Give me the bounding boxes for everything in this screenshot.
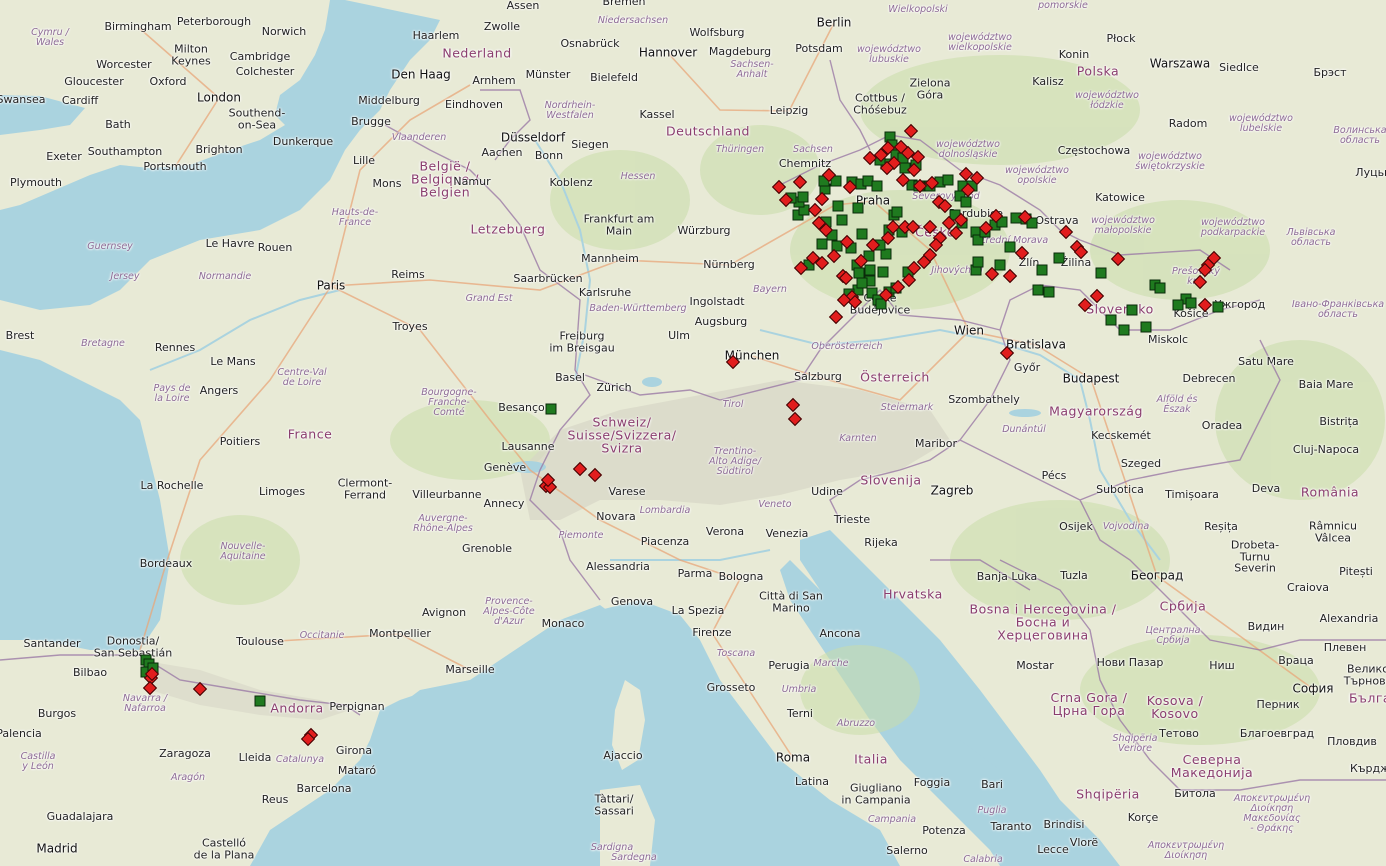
green-square-icon[interactable] — [1126, 304, 1138, 316]
green-square-icon[interactable] — [1140, 321, 1152, 333]
green-square-icon[interactable] — [960, 196, 972, 208]
green-square-icon[interactable] — [972, 256, 984, 268]
green-square-icon[interactable] — [891, 206, 903, 218]
green-square-icon[interactable] — [1185, 297, 1197, 309]
green-square-icon[interactable] — [797, 191, 809, 203]
green-square-icon[interactable] — [864, 264, 876, 276]
green-square-icon[interactable] — [545, 403, 557, 415]
green-square-icon[interactable] — [1095, 267, 1107, 279]
green-square-icon[interactable] — [1043, 286, 1055, 298]
green-square-icon[interactable] — [1032, 284, 1044, 296]
green-square-icon[interactable] — [1212, 301, 1224, 313]
green-square-icon[interactable] — [877, 266, 889, 278]
green-square-icon[interactable] — [856, 277, 868, 289]
green-square-icon[interactable] — [852, 202, 864, 214]
green-square-icon[interactable] — [1004, 241, 1016, 253]
green-square-icon[interactable] — [942, 174, 954, 186]
green-square-icon[interactable] — [1118, 324, 1130, 336]
green-square-icon[interactable] — [994, 259, 1006, 271]
green-square-icon[interactable] — [816, 238, 828, 250]
green-square-icon[interactable] — [254, 695, 266, 707]
green-square-icon[interactable] — [1036, 264, 1048, 276]
green-square-icon[interactable] — [836, 214, 848, 226]
lake-balaton — [1009, 409, 1041, 417]
green-square-icon[interactable] — [856, 228, 868, 240]
green-square-icon[interactable] — [1053, 252, 1065, 264]
green-square-icon[interactable] — [1172, 299, 1184, 311]
green-square-icon[interactable] — [1154, 282, 1166, 294]
green-square-icon[interactable] — [1105, 314, 1117, 326]
map-canvas[interactable]: Birmingham Peterborough Norwich Cymru / Wale… — [0, 0, 1386, 866]
map-base-layer — [0, 0, 1386, 866]
lake-constance — [642, 377, 662, 387]
green-square-icon[interactable] — [871, 180, 883, 192]
green-square-icon[interactable] — [832, 200, 844, 212]
